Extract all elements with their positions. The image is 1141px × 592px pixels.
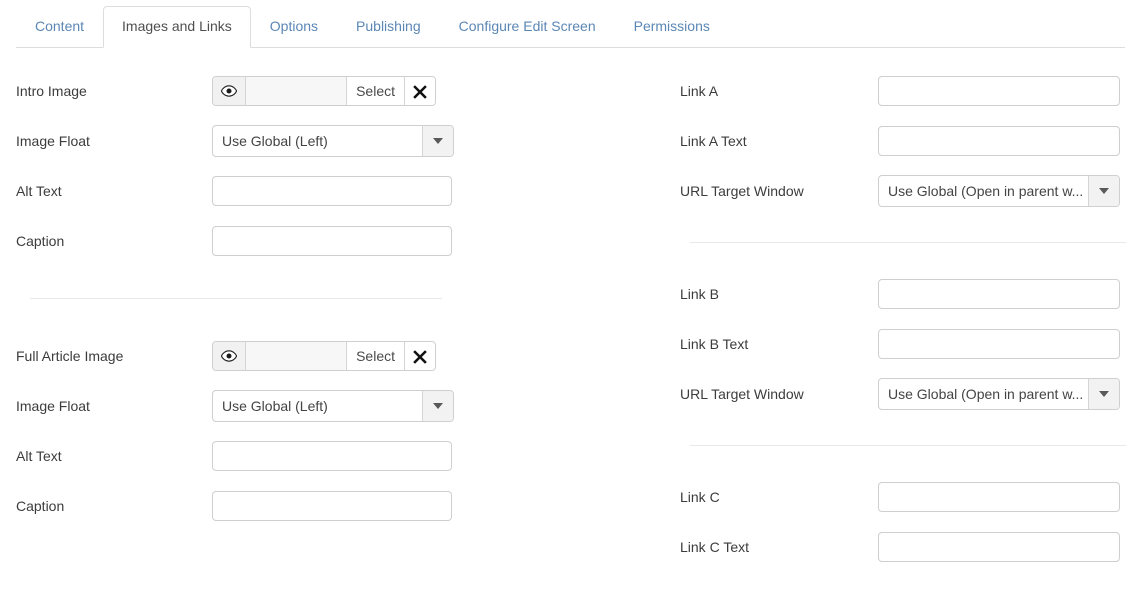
field-full-alt-text <box>212 441 670 471</box>
label-intro-caption: Caption <box>16 233 65 249</box>
field-row-link-c-text: Link C Text <box>680 522 1122 572</box>
tab-content[interactable]: Content <box>16 6 103 48</box>
field-row-full-image-float: Image Float Use Global (Left) <box>16 381 670 431</box>
x-icon <box>413 350 427 364</box>
tab-bar: Content Images and Links Options Publish… <box>0 0 1141 48</box>
label-intro-alt-text: Alt Text <box>16 183 62 199</box>
tab-options[interactable]: Options <box>251 6 337 48</box>
field-intro-caption <box>212 226 670 256</box>
field-intro-image: Select <box>212 76 670 106</box>
field-row-link-a: Link A <box>680 66 1122 116</box>
label-full-image-float: Image Float <box>16 398 90 414</box>
field-row-link-a-target: URL Target Window Use Global (Open in pa… <box>680 166 1122 216</box>
media-field-full-article-image: Select <box>212 341 436 371</box>
eye-icon[interactable] <box>213 77 246 105</box>
field-full-image-float: Use Global (Left) <box>212 390 670 422</box>
input-link-c[interactable] <box>878 482 1120 512</box>
field-row-link-a-text: Link A Text <box>680 116 1122 166</box>
label-intro-image-float: Image Float <box>16 133 90 149</box>
media-field-intro-image: Select <box>212 76 436 106</box>
field-link-b-text <box>878 329 1122 359</box>
chevron-down-icon[interactable] <box>1088 176 1119 206</box>
field-row-intro-caption: Caption <box>16 216 670 266</box>
input-link-c-text[interactable] <box>878 532 1120 562</box>
label-link-a: Link A <box>680 83 719 99</box>
select-full-image-float[interactable]: Use Global (Left) <box>212 390 454 422</box>
tab-images-and-links[interactable]: Images and Links <box>103 6 251 48</box>
label-full-caption: Caption <box>16 498 65 514</box>
images-column: Intro Image Select Image Float Use Globa… <box>0 48 670 572</box>
clear-full-article-image-button[interactable] <box>404 342 435 370</box>
images-and-links-panel: Intro Image Select Image Float Use Globa… <box>0 48 1141 572</box>
links-column: Link A Link A Text URL Target Window Use… <box>670 48 1141 572</box>
label-link-c-text: Link C Text <box>680 539 749 555</box>
field-row-intro-alt-text: Alt Text <box>16 166 670 216</box>
label-full-article-image: Full Article Image <box>16 348 124 364</box>
field-row-link-c: Link C <box>680 472 1122 522</box>
field-row-full-alt-text: Alt Text <box>16 431 670 481</box>
label-link-b-target-window: URL Target Window <box>680 386 804 402</box>
chevron-down-icon[interactable] <box>1088 379 1119 409</box>
tab-publishing[interactable]: Publishing <box>337 6 440 48</box>
input-link-a[interactable] <box>878 76 1120 106</box>
input-link-a-text[interactable] <box>878 126 1120 156</box>
select-link-b-target-window[interactable]: Use Global (Open in parent w... <box>878 378 1120 410</box>
chevron-down-icon[interactable] <box>422 126 453 156</box>
label-full-alt-text: Alt Text <box>16 448 62 464</box>
input-intro-alt-text[interactable] <box>212 176 452 206</box>
input-link-b[interactable] <box>878 279 1120 309</box>
field-full-article-image: Select <box>212 341 670 371</box>
x-icon <box>413 85 427 99</box>
input-intro-caption[interactable] <box>212 226 452 256</box>
field-link-b-target: Use Global (Open in parent w... <box>878 378 1122 410</box>
label-link-a-text: Link A Text <box>680 133 747 149</box>
select-full-image-float-value: Use Global (Left) <box>222 398 328 414</box>
label-link-a-target-window: URL Target Window <box>680 183 804 199</box>
select-link-a-target-window[interactable]: Use Global (Open in parent w... <box>878 175 1120 207</box>
field-row-link-b: Link B <box>680 269 1122 319</box>
chevron-down-icon[interactable] <box>422 391 453 421</box>
label-link-b: Link B <box>680 286 719 302</box>
select-link-a-target-value: Use Global (Open in parent w... <box>888 183 1084 199</box>
tab-permissions[interactable]: Permissions <box>615 6 729 48</box>
input-full-alt-text[interactable] <box>212 441 452 471</box>
clear-intro-image-button[interactable] <box>404 77 435 105</box>
field-intro-alt-text <box>212 176 670 206</box>
input-full-caption[interactable] <box>212 491 452 521</box>
eye-icon[interactable] <box>213 342 246 370</box>
field-row-full-article-image: Full Article Image Select <box>16 331 670 381</box>
field-link-a-text <box>878 126 1122 156</box>
input-link-b-text[interactable] <box>878 329 1120 359</box>
field-row-link-b-text: Link B Text <box>680 319 1122 369</box>
label-link-c: Link C <box>680 489 720 505</box>
field-link-a-target: Use Global (Open in parent w... <box>878 175 1122 207</box>
label-link-b-text: Link B Text <box>680 336 749 352</box>
select-intro-image-button[interactable]: Select <box>346 77 404 105</box>
select-intro-image-float[interactable]: Use Global (Left) <box>212 125 454 157</box>
divider-intro-full <box>30 298 442 299</box>
select-intro-image-float-value: Use Global (Left) <box>222 133 328 149</box>
divider-link-a-b <box>690 242 1126 243</box>
input-intro-image[interactable] <box>246 77 347 105</box>
label-intro-image: Intro Image <box>16 83 87 99</box>
select-full-article-image-button[interactable]: Select <box>346 342 404 370</box>
field-full-caption <box>212 491 670 521</box>
field-link-c <box>878 482 1122 512</box>
field-link-b <box>878 279 1122 309</box>
field-row-full-caption: Caption <box>16 481 670 531</box>
divider-link-b-c <box>690 445 1126 446</box>
field-intro-image-float: Use Global (Left) <box>212 125 670 157</box>
tab-configure-edit-screen[interactable]: Configure Edit Screen <box>440 6 615 48</box>
field-link-a <box>878 76 1122 106</box>
field-row-intro-image-float: Image Float Use Global (Left) <box>16 116 670 166</box>
field-link-c-text <box>878 532 1122 562</box>
input-full-article-image[interactable] <box>246 342 347 370</box>
select-link-b-target-value: Use Global (Open in parent w... <box>888 386 1084 402</box>
field-row-intro-image: Intro Image Select <box>16 66 670 116</box>
field-row-link-b-target: URL Target Window Use Global (Open in pa… <box>680 369 1122 419</box>
